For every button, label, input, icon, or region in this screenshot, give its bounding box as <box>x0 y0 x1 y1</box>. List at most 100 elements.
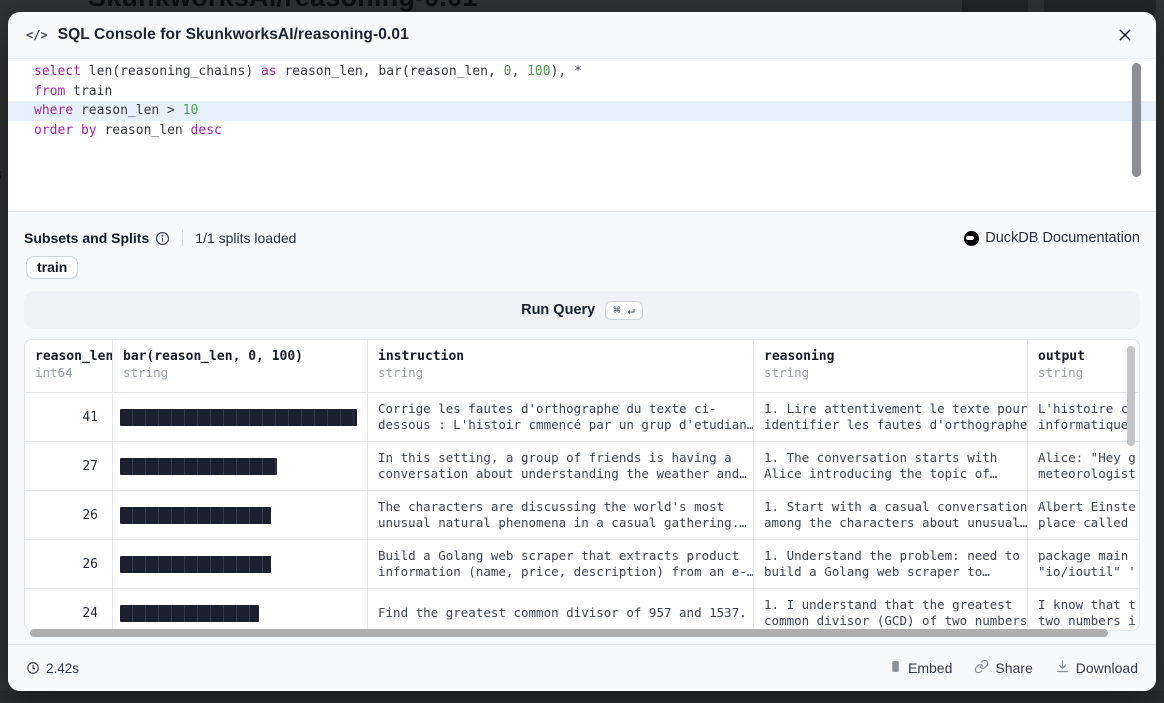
clock-icon <box>26 661 40 675</box>
reason-bar <box>120 507 271 524</box>
cell-output: Albert Einste place called <box>1028 491 1139 539</box>
column-name: instruction <box>378 349 743 364</box>
column-type: string <box>764 365 1017 380</box>
cell-bar <box>113 442 368 490</box>
cell-bar <box>113 393 368 441</box>
code-line[interactable]: order by reason_len desc <box>8 121 1156 141</box>
table-row: 41 Corrige les fautes d'orthographe du te… <box>25 393 1139 442</box>
reason-bar <box>120 605 259 622</box>
splits-loaded-status: 1/1 splits loaded <box>195 230 296 246</box>
column-type: string <box>378 365 743 380</box>
embed-icon <box>889 659 902 677</box>
code-line[interactable]: select len(reasoning_chains) as reason_l… <box>8 62 1156 82</box>
results-header-row: reason_lenint64bar(reason_len, 0, 100)st… <box>25 340 1139 393</box>
splits-list: train <box>26 256 1156 279</box>
cell-output: I know that t two numbers i <box>1028 589 1139 631</box>
column-header: reasoningstring <box>754 340 1028 392</box>
column-type: int64 <box>35 365 102 380</box>
cell-output: Alice: "Hey g meteorologist <box>1028 442 1139 490</box>
cell-reasoning: 1. The conversation starts with Alice in… <box>754 442 1028 490</box>
share-button[interactable]: Share <box>974 659 1032 677</box>
cell-bar <box>113 589 368 631</box>
modal-header: </> SQL Console for SkunkworksAI/reasoni… <box>8 12 1156 58</box>
embed-button[interactable]: Embed <box>889 659 952 677</box>
cell-reason-len: 27 <box>25 442 113 490</box>
column-header: instructionstring <box>368 340 754 392</box>
table-row: 26 The characters are discussing the worl… <box>25 491 1139 540</box>
duckdb-logo-icon <box>964 231 979 246</box>
cell-output: package main "io/ioutil" ' <box>1028 540 1139 588</box>
close-icon[interactable] <box>1112 22 1138 48</box>
keyboard-shortcut-badge: ⌘ ↵ <box>605 301 643 320</box>
column-name: output <box>1038 349 1129 364</box>
modal-title: SQL Console for SkunkworksAI/reasoning-0… <box>58 26 409 44</box>
column-header: bar(reason_len, 0, 100)string <box>113 340 368 392</box>
column-type: string <box>1038 365 1129 380</box>
reason-bar <box>120 556 271 573</box>
info-icon[interactable] <box>155 231 170 246</box>
background-text-fragment: s <box>0 556 7 573</box>
cell-reason-len: 26 <box>25 491 113 539</box>
footer-actions: Embed Share Download <box>889 659 1138 677</box>
download-button[interactable]: Download <box>1055 659 1138 677</box>
cell-reasoning: 1. I understand that the greatest common… <box>754 589 1028 631</box>
table-row: 24 Find the greatest common divisor of 95… <box>25 589 1139 631</box>
sql-console-modal: </> SQL Console for SkunkworksAI/reasoni… <box>8 12 1156 691</box>
sql-editor-lines: select len(reasoning_chains) as reason_l… <box>8 62 1156 140</box>
column-header: outputstring <box>1028 340 1139 392</box>
cell-bar <box>113 540 368 588</box>
duckdb-docs-label: DuckDB Documentation <box>985 230 1140 246</box>
query-duration: 2.42s <box>26 661 79 676</box>
results-body: 41 Corrige les fautes d'orthographe du te… <box>25 393 1139 631</box>
action-label: Embed <box>908 660 952 676</box>
cell-instruction: Find the greatest common divisor of 957 … <box>368 589 754 631</box>
cell-instruction: In this setting, a group of friends is h… <box>368 442 754 490</box>
editor-scrollbar[interactable] <box>1132 63 1141 177</box>
background-strip <box>0 691 1164 703</box>
table-vertical-scrollbar[interactable] <box>1127 346 1135 446</box>
cell-reason-len: 41 <box>25 393 113 441</box>
cell-instruction: Corrige les fautes d'orthographe du text… <box>368 393 754 441</box>
run-query-label: Run Query <box>521 302 595 318</box>
query-duration-label: 2.42s <box>46 661 79 676</box>
cell-reason-len: 24 <box>25 589 113 631</box>
column-type: string <box>123 365 357 380</box>
reason-bar <box>120 409 357 426</box>
download-icon <box>1055 659 1070 677</box>
duckdb-docs-link[interactable]: DuckDB Documentation <box>964 230 1140 246</box>
background-text-fragment: B <box>0 167 7 184</box>
code-line[interactable]: where reason_len > 10 <box>8 101 1156 121</box>
cell-reasoning: 1. Understand the problem: need to build… <box>754 540 1028 588</box>
column-name: reasoning <box>764 349 1017 364</box>
column-header: reason_lenint64 <box>25 340 113 392</box>
sql-editor[interactable]: select len(reasoning_chains) as reason_l… <box>8 58 1156 211</box>
reason-bar <box>120 458 277 475</box>
run-query-button[interactable]: Run Query ⌘ ↵ <box>24 291 1140 329</box>
divider <box>182 230 183 246</box>
cell-reasoning: 1. Lire attentivement le texte pour iden… <box>754 393 1028 441</box>
action-label: Share <box>995 660 1032 676</box>
modal-footer: 2.42s Embed Share Download <box>8 644 1156 691</box>
background-text-fragment: e <box>0 78 7 95</box>
cell-instruction: Build a Golang web scraper that extracts… <box>368 540 754 588</box>
column-name: reason_len <box>35 349 102 364</box>
table-row: 26 Build a Golang web scraper that extrac… <box>25 540 1139 589</box>
column-name: bar(reason_len, 0, 100) <box>123 349 357 364</box>
divider <box>8 211 1156 212</box>
cell-bar <box>113 491 368 539</box>
code-icon: </> <box>26 28 48 42</box>
code-line[interactable]: from train <box>8 82 1156 102</box>
cell-output: L'histoire co informatique <box>1028 393 1139 441</box>
subsets-heading: Subsets and Splits <box>24 230 149 246</box>
table-row: 27 In this setting, a group of friends is… <box>25 442 1139 491</box>
table-horizontal-scrollbar[interactable] <box>30 629 1108 637</box>
cell-reasoning: 1. Start with a casual conversation amon… <box>754 491 1028 539</box>
cell-reason-len: 26 <box>25 540 113 588</box>
results-table: reason_lenint64bar(reason_len, 0, 100)st… <box>24 339 1140 631</box>
share-icon <box>974 659 989 677</box>
background-text-fragment: T <box>0 222 7 239</box>
background-text-fragment: T <box>0 518 7 535</box>
action-label: Download <box>1076 660 1138 676</box>
split-chip-train[interactable]: train <box>26 256 78 279</box>
cell-instruction: The characters are discussing the world'… <box>368 491 754 539</box>
